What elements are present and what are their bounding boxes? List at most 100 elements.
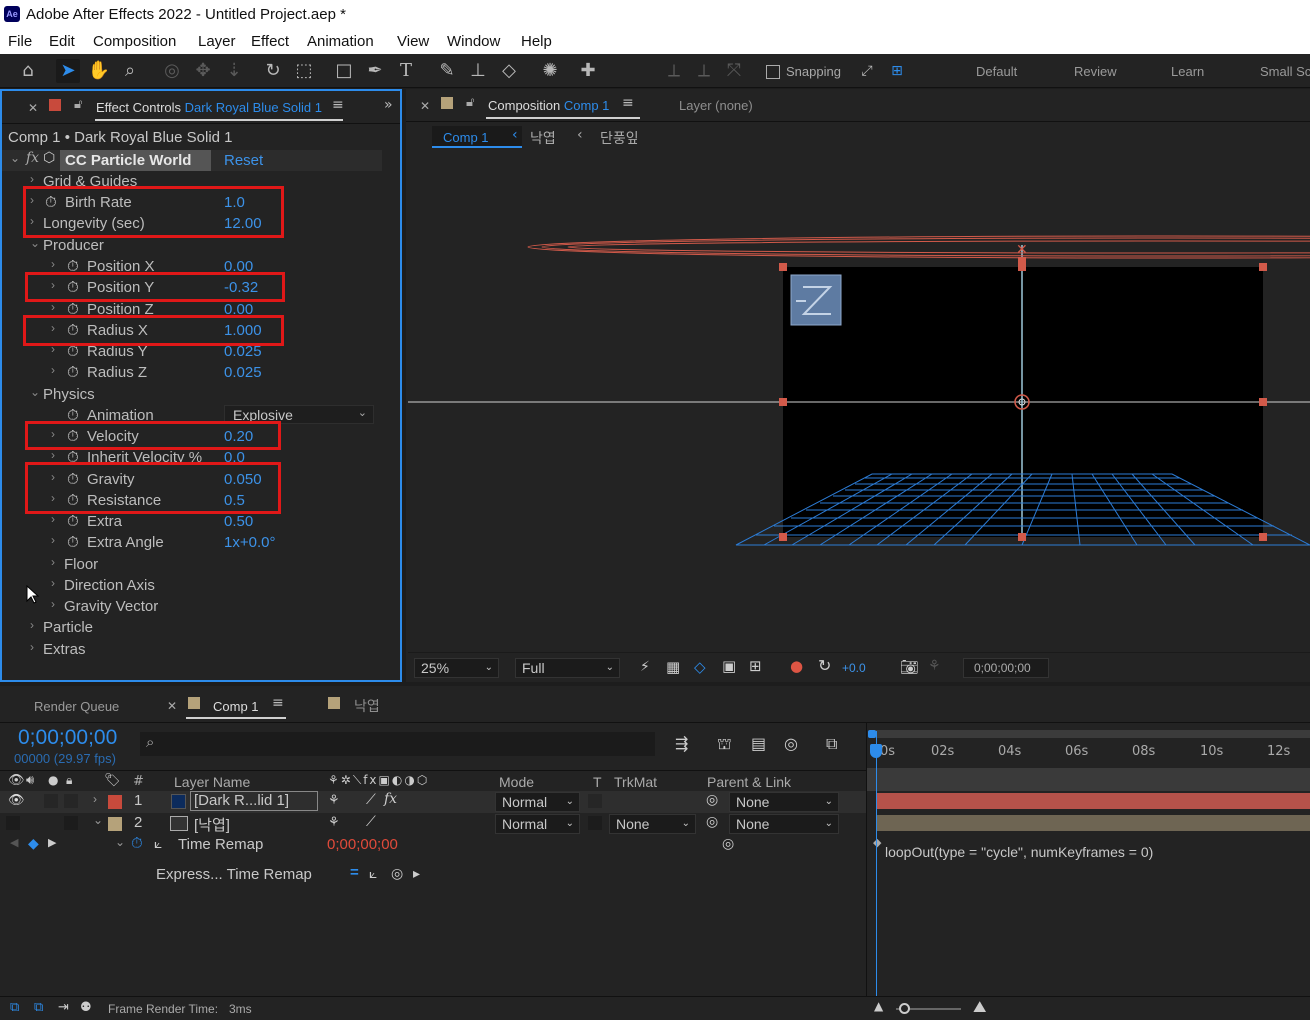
fx-icon[interactable]: fx: [26, 150, 39, 166]
expression-code-field[interactable]: loopOut(type = "cycle", numKeyframes = 0…: [885, 844, 1153, 860]
frame-blending-icon[interactable]: ▤: [751, 734, 766, 753]
type-tool-icon[interactable]: T: [394, 59, 418, 83]
effect-header-row[interactable]: ⌄ fx ⬡ CC Particle World Reset: [2, 150, 382, 171]
menu-view[interactable]: View: [397, 33, 429, 50]
pickwhip-icon[interactable]: ◎: [706, 813, 718, 830]
preserve-transparency-box[interactable]: [588, 816, 602, 830]
mode-dropdown-1[interactable]: Normal ⌄: [495, 792, 580, 812]
mask-visibility-icon[interactable]: ◇: [694, 658, 706, 676]
expression-language-menu-icon[interactable]: ▸: [413, 865, 420, 882]
rotation-tool-icon[interactable]: ↻: [261, 59, 285, 83]
close-tab-icon[interactable]: ✕: [167, 699, 177, 713]
viewer-timecode[interactable]: 0;00;00;00: [963, 658, 1049, 678]
quality-icon[interactable]: ⟋: [366, 791, 376, 808]
next-keyframe-icon[interactable]: ▶: [48, 836, 56, 849]
render-queue-tab[interactable]: Render Queue: [34, 699, 119, 714]
parent-dropdown-1[interactable]: None ⌄: [729, 792, 839, 812]
workspace-review[interactable]: Review: [1074, 64, 1117, 79]
quality-icon[interactable]: ⟋: [366, 813, 376, 830]
puppet-pin-icon[interactable]: ✚: [576, 59, 600, 83]
clone-stamp-icon[interactable]: ⊥: [466, 59, 490, 83]
keyframe-diamond-icon[interactable]: ◆: [28, 835, 39, 852]
prop-extra-angle[interactable]: › ⏱︎ Extra Angle 1x+0.0°: [2, 532, 382, 553]
chevron-down-icon[interactable]: ⌄: [93, 813, 103, 827]
chevron-down-icon[interactable]: ⌄: [115, 835, 125, 849]
composition-tab-label[interactable]: Composition: [488, 98, 560, 113]
resolution-dropdown[interactable]: Full ⌄: [515, 658, 620, 678]
lock-icon[interactable]: 🔓︎: [466, 95, 474, 110]
zoom-tool-icon[interactable]: ⌕: [118, 59, 142, 83]
lock-column-icon[interactable]: 🔒︎: [66, 773, 72, 788]
menu-file[interactable]: File: [8, 33, 32, 50]
layer-2-bar[interactable]: [877, 815, 1310, 831]
pan-behind-icon[interactable]: ⬚: [292, 59, 316, 83]
audio-icon[interactable]: 🔊︎: [26, 773, 34, 788]
dolly-camera-icon[interactable]: ⇣: [222, 59, 246, 83]
layer-row-2[interactable]: ⌄ 2 [낙엽] ⚘ ⟋ Normal ⌄ None ⌄ ◎ None ⌄: [0, 813, 866, 835]
exposure-value[interactable]: +0.0: [842, 661, 866, 675]
rectangle-tool-icon[interactable]: □: [332, 59, 356, 83]
eye-icon[interactable]: 👁︎: [8, 792, 25, 808]
nakyeop-tab[interactable]: 낙엽: [354, 696, 380, 716]
hand-tool-icon[interactable]: ✋: [87, 59, 111, 83]
home-icon[interactable]: ⌂: [16, 59, 40, 83]
workspace-learn[interactable]: Learn: [1171, 64, 1204, 79]
expression-pickwhip-icon[interactable]: ◎: [391, 865, 403, 882]
panel-menu-icon[interactable]: ≡: [622, 95, 634, 111]
reset-exposure-icon[interactable]: ↻: [818, 656, 831, 675]
layer-tab[interactable]: Layer (none): [679, 98, 753, 113]
selection-tool-icon[interactable]: ➤: [56, 59, 80, 83]
world-axis-icon[interactable]: ⟂: [692, 59, 716, 83]
pan-camera-icon[interactable]: ✥: [191, 59, 215, 83]
composition-flowchart-icon[interactable]: ⇶: [675, 734, 688, 753]
prop-extras[interactable]: › Extras: [2, 639, 382, 660]
layer-name[interactable]: [낙엽]: [194, 814, 230, 835]
enable-expression-icon[interactable]: =: [350, 864, 359, 881]
stopwatch-icon[interactable]: ⏱︎: [67, 364, 79, 381]
show-snapshot-icon[interactable]: ⚘: [928, 658, 941, 674]
crumb-comp1[interactable]: Comp 1 ‹: [432, 126, 522, 148]
transfer-controls-toggle-icon[interactable]: ⧉: [34, 1000, 43, 1015]
motion-blur-icon[interactable]: ◎: [784, 734, 798, 753]
orbit-camera-icon[interactable]: ◎: [160, 59, 184, 83]
menu-help[interactable]: Help: [521, 33, 552, 50]
brush-tool-icon[interactable]: ✎: [435, 59, 459, 83]
menu-effect[interactable]: Effect: [251, 33, 289, 50]
crumb-nakyeop[interactable]: 낙엽: [530, 128, 556, 148]
keyframe-marker-icon[interactable]: ◆: [873, 836, 881, 849]
pen-tool-icon[interactable]: ✒: [363, 59, 387, 83]
effect-name[interactable]: CC Particle World: [65, 152, 191, 169]
preserve-transparency-box[interactable]: [588, 794, 602, 808]
layer-name[interactable]: [Dark R...lid 1]: [190, 791, 318, 811]
current-time-display[interactable]: 0;00;00;00: [18, 726, 117, 750]
playhead-handle[interactable]: [870, 744, 882, 758]
magnification-dropdown[interactable]: 25% ⌄: [414, 658, 499, 678]
expression-graph-icon[interactable]: ⟀: [369, 865, 377, 882]
menu-edit[interactable]: Edit: [49, 33, 75, 50]
prop-direction-axis[interactable]: › Direction Axis: [2, 575, 382, 596]
close-tab-icon[interactable]: ✕: [420, 99, 430, 113]
menu-layer[interactable]: Layer: [198, 33, 236, 50]
crumb-danpungip[interactable]: 단풍잎: [600, 128, 639, 148]
parent-dropdown-2[interactable]: None ⌄: [729, 814, 839, 834]
time-stretch-toggle-icon[interactable]: ⚉: [80, 1000, 92, 1015]
work-area-start-handle[interactable]: [868, 730, 876, 738]
stopwatch-icon[interactable]: ⏱︎: [131, 835, 143, 852]
stopwatch-icon[interactable]: ⏱︎: [67, 534, 79, 551]
eye-icon[interactable]: 👁︎: [8, 773, 25, 788]
time-remap-value[interactable]: 0;00;00;00: [327, 836, 398, 853]
chevron-right-icon[interactable]: ›: [93, 792, 97, 806]
view-axis-icon[interactable]: ⤧: [722, 59, 746, 83]
pickwhip-icon[interactable]: ◎: [706, 791, 718, 808]
effect-controls-tab-layer[interactable]: Dark Royal Blue Solid 1: [185, 100, 322, 115]
in-out-toggle-icon[interactable]: ⇥: [58, 1000, 69, 1015]
comp1-tab[interactable]: Comp 1: [213, 699, 259, 714]
menu-animation[interactable]: Animation: [307, 33, 374, 50]
graph-editor-icon[interactable]: ⧉: [826, 734, 837, 754]
layer-search-input[interactable]: ⌕: [140, 732, 655, 756]
pickwhip-icon[interactable]: ◎: [722, 835, 734, 852]
eraser-tool-icon[interactable]: ◇: [497, 59, 521, 83]
prop-gravity-vector[interactable]: › Gravity Vector: [2, 596, 382, 617]
mode-dropdown-2[interactable]: Normal ⌄: [495, 814, 580, 834]
zoom-out-icon[interactable]: ▲: [874, 999, 883, 1013]
